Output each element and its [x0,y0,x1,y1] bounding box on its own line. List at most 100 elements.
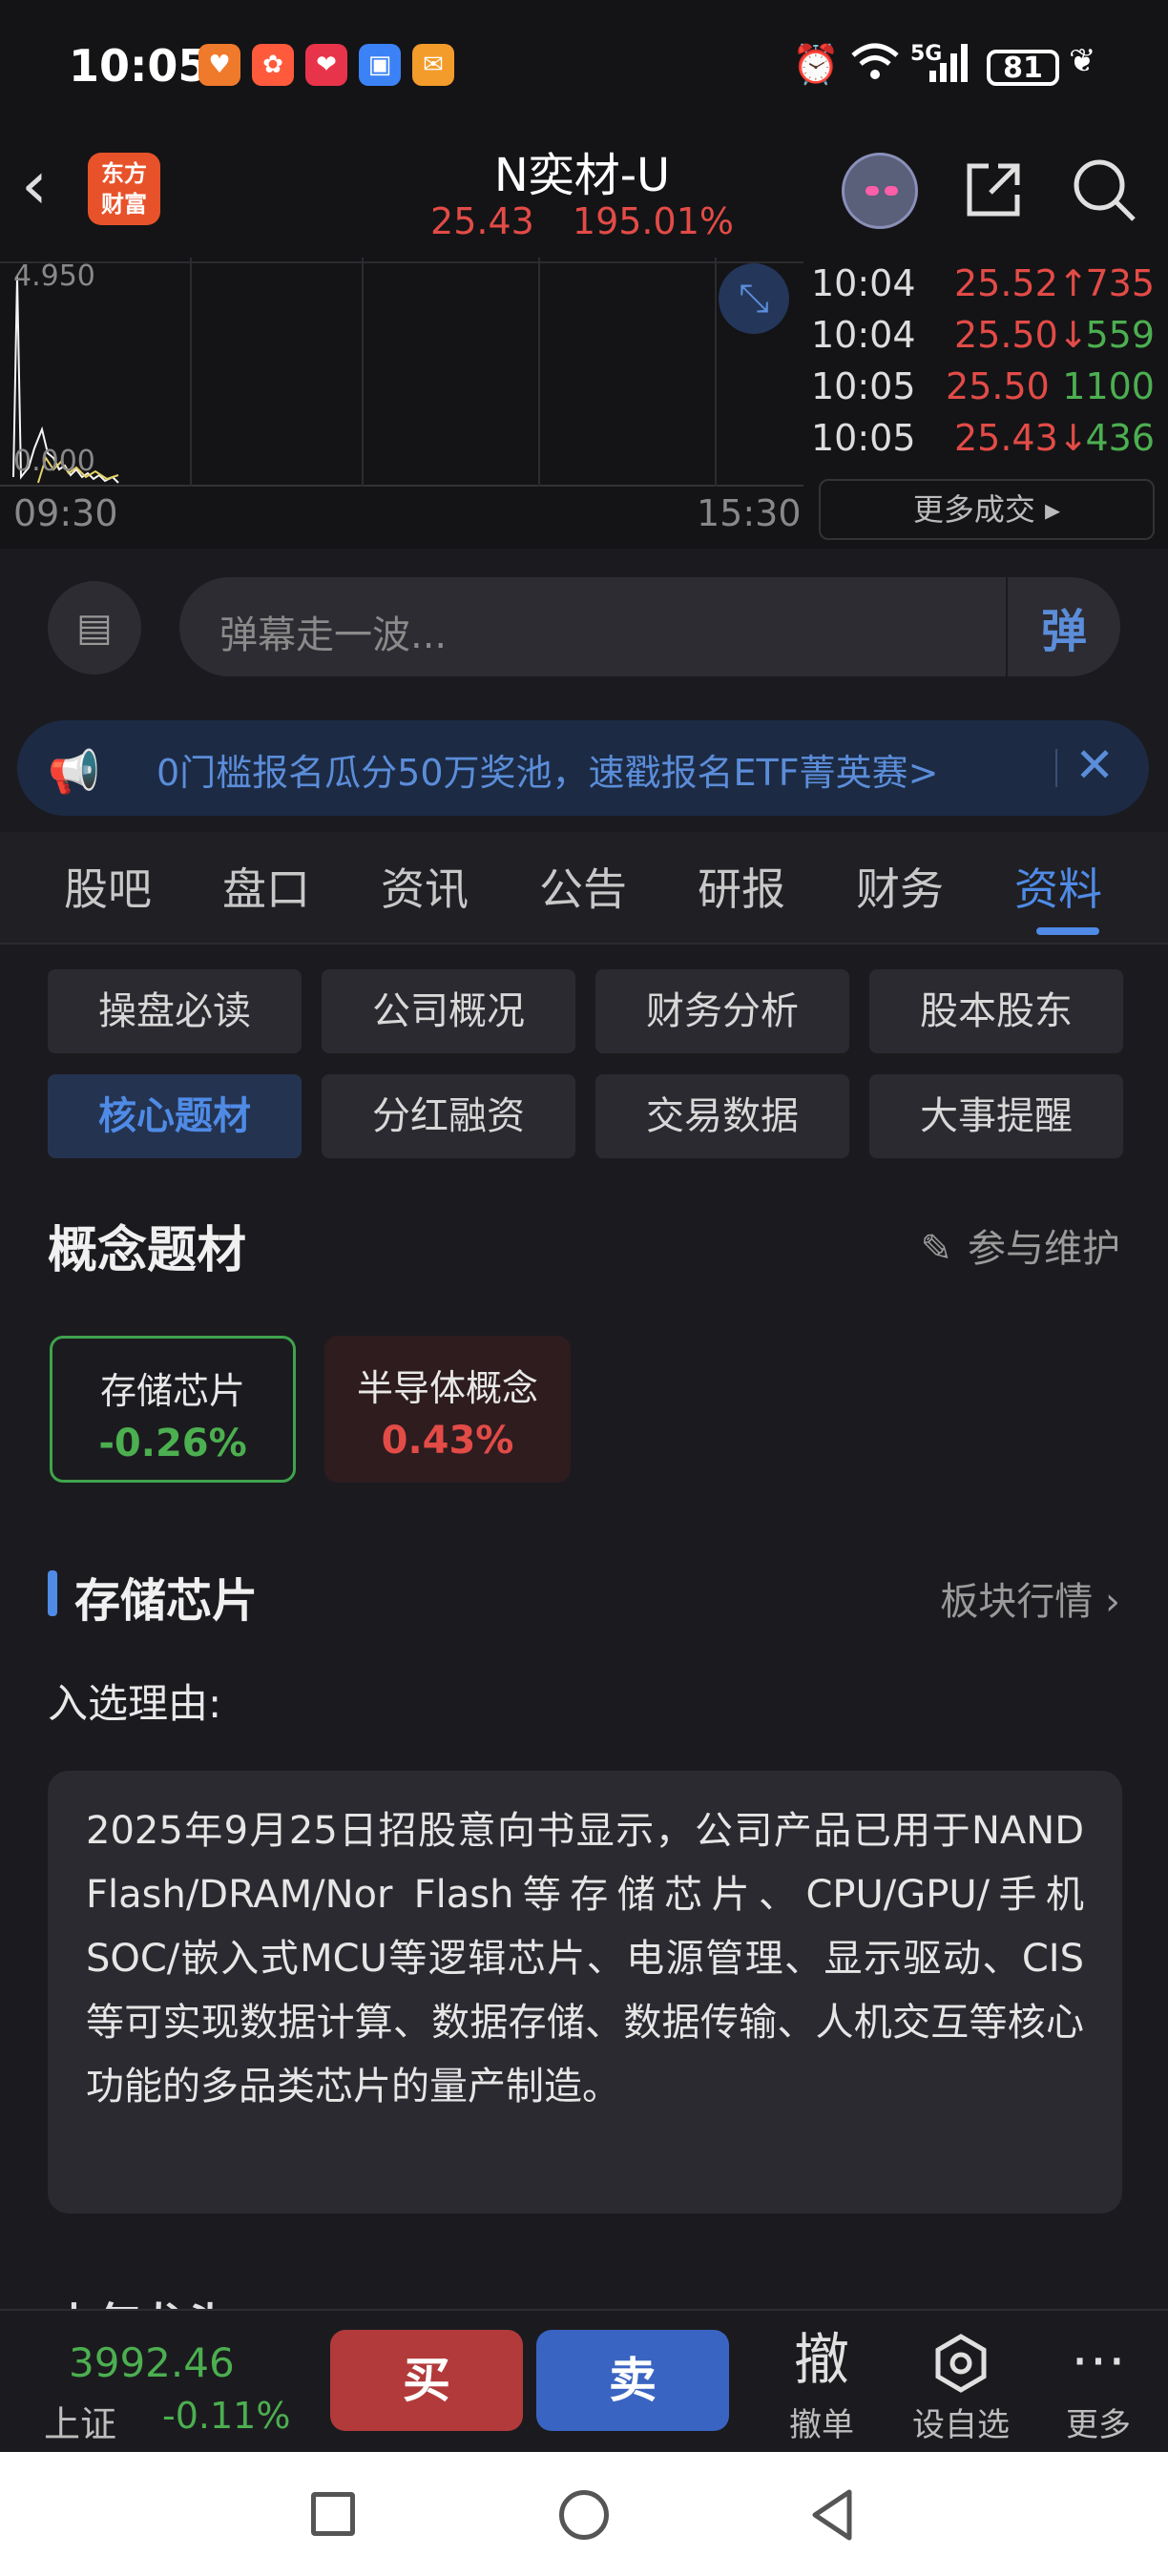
trade-price: 25.52↑ [954,262,1089,304]
tab-announcements[interactable]: 公告 [504,832,662,943]
y-axis-bottom: 0.000 [13,445,95,478]
subtab-shareholders[interactable]: 股本股东 [869,969,1123,1053]
trade-volume: 436 [1085,417,1155,459]
trade-price: 25.50↓ [954,314,1089,356]
reason-text: 2025年9月25日招股意向书显示，公司产品已用于NAND Flash/DRAM… [48,1771,1122,2213]
chart-canvas [0,258,803,487]
danmu-toggle-button[interactable]: 弹 [1006,577,1120,676]
promo-banner[interactable]: 📢 0门槛报名瓜分50万奖池，速戳报名ETF菁英赛> ✕ [17,720,1149,816]
subtab-dividends[interactable]: 分红融资 [322,1074,575,1158]
danmu-input[interactable]: 弹幕走一波... 弹 [179,577,1120,676]
more-dots-icon: ⋯ [1071,2327,1126,2392]
cancel-order-button[interactable]: 撤 撤单 [760,2324,884,2445]
tab-news[interactable]: 资讯 [345,832,504,943]
trade-row: 10:04 25.52↑ 735 [811,258,1168,309]
add-watchlist-button[interactable]: 设自选 [899,2324,1023,2445]
subtab-company-overview[interactable]: 公司概况 [322,969,575,1053]
trade-row: 10:05 25.43↓ 436 [811,412,1168,464]
app-notification-icon: ✉ [412,44,454,86]
recents-icon[interactable] [311,2492,355,2536]
profile-subtabs: 操盘必读 公司概况 财务分析 股本股东 核心题材 分红融资 交易数据 大事提醒 [48,969,1123,1158]
system-nav-bar [0,2452,1168,2576]
subtab-events[interactable]: 大事提醒 [869,1074,1123,1158]
trade-time: 10:05 [811,417,916,459]
board-quote-link[interactable]: 板块行情 › [940,1570,1120,1626]
home-icon[interactable] [559,2490,609,2540]
close-icon[interactable]: ✕ [1074,737,1115,793]
trade-ticker: 10:04 25.52↑ 735 10:04 25.50↓ 559 10:05 … [811,258,1168,467]
add-watchlist-label: 设自选 [912,2406,1010,2444]
app-notification-icon: ❤ [305,44,347,86]
index-value[interactable]: 3992.46 [69,2339,235,2386]
app-logo[interactable]: 东方 财富 [88,153,160,225]
signal-icon [922,42,975,93]
x-axis-start: 09:30 [13,492,118,534]
trade-price: 25.43↓ [954,417,1089,459]
buy-button[interactable]: 买 [330,2330,523,2431]
trade-price: 25.50 [946,365,1050,407]
index-name[interactable]: 上证 [44,2395,116,2447]
logo-text: 东方 [101,160,147,187]
back-icon[interactable]: ‹ [21,152,78,223]
share-icon[interactable] [960,156,1027,223]
robot-eye [885,186,898,196]
sell-button[interactable]: 卖 [536,2330,729,2431]
subtab-core-themes[interactable]: 核心题材 [48,1074,302,1158]
trade-time: 10:04 [811,262,916,304]
trade-volume: 735 [1085,262,1155,304]
tab-pankou[interactable]: 盘口 [187,832,345,943]
danmu-placeholder: 弹幕走一波... [219,613,448,657]
danmu-bar: ▤ 弹幕走一波... 弹 [0,549,1168,711]
trade-time: 10:05 [811,365,916,407]
stock-change: 195.01% [572,200,734,242]
battery-indicator: 81 [987,50,1059,86]
subtab-financial-analysis[interactable]: 财务分析 [595,969,849,1053]
search-icon[interactable] [1071,156,1137,223]
trade-row: 10:05 25.50 1100 [811,361,1168,412]
stock-title: N奕材-U [493,149,671,202]
status-bar: 10:05 ♥ ✿ ❤ ▣ ✉ ⏰ 5G 81 ❦ [0,0,1168,134]
index-change[interactable]: -0.11% [162,2395,290,2437]
app-notification-icon: ✿ [252,44,294,86]
more-label: 更多 [1066,2406,1131,2444]
expand-icon[interactable]: ⤡ [719,263,789,334]
assistant-robot-icon[interactable] [842,153,918,229]
leaf-icon: ❦ [1069,42,1096,80]
main-tabs: 股吧 盘口 资讯 公告 研报 财务 资料 [0,832,1168,945]
more-trades-button[interactable]: 更多成交 ▸ [819,479,1155,540]
alarm-icon: ⏰ [792,43,840,87]
concept-chip[interactable]: 存储芯片 -0.26% [50,1336,296,1483]
subtab-trading-data[interactable]: 交易数据 [595,1074,849,1158]
concept-name: 半导体概念 [356,1367,538,1409]
tab-finance[interactable]: 财务 [821,832,979,943]
subtab-trading-must-read[interactable]: 操盘必读 [48,969,302,1053]
stock-price: 25.43 [430,200,534,242]
cancel-order-icon: 撤 [793,2327,849,2392]
next-section-title: 上年龙头 [53,2290,229,2309]
logo-text: 财富 [101,191,147,218]
tab-guba[interactable]: 股吧 [29,832,187,943]
concept-chip[interactable]: 半导体概念 0.43% [324,1336,571,1483]
banner-text[interactable]: 0门槛报名瓜分50万奖池，速戳报名ETF菁英赛> [156,743,1044,796]
app-notification-icon: ▣ [359,44,401,86]
more-button[interactable]: ⋯ 更多 [1036,2324,1160,2445]
maintain-button[interactable]: ✎ 参与维护 [920,1217,1120,1273]
cancel-order-label: 撤单 [789,2406,854,2444]
y-axis-top: 4.950 [13,260,95,293]
concept-name: 存储芯片 [99,1370,245,1412]
volume-chart[interactable]: 4.950 0.000 ⤡ [0,258,803,487]
maintain-label: 参与维护 [968,1227,1120,1271]
tab-profile[interactable]: 资料 [979,832,1137,943]
reason-label: 入选理由: [48,1680,222,1727]
tab-research[interactable]: 研报 [662,832,821,943]
bottom-trade-bar: 3992.46 上证 -0.11% 买 卖 撤 撤单 设自选 ⋯ 更多 [0,2309,1168,2452]
banner-divider [1055,749,1057,787]
profile-content: 操盘必读 公司概况 财务分析 股本股东 核心题材 分红融资 交易数据 大事提醒 … [0,945,1168,2309]
back-nav-icon[interactable] [809,2488,855,2545]
trade-row: 10:04 25.50↓ 559 [811,309,1168,361]
trade-volume: 559 [1085,314,1155,356]
concept-change: -0.26% [98,1422,247,1465]
stock-header: ‹ 东方 财富 N奕材-U 25.43 195.01% [0,134,1168,258]
robot-eye [866,186,879,196]
danmu-settings-icon[interactable]: ▤ [48,581,141,675]
